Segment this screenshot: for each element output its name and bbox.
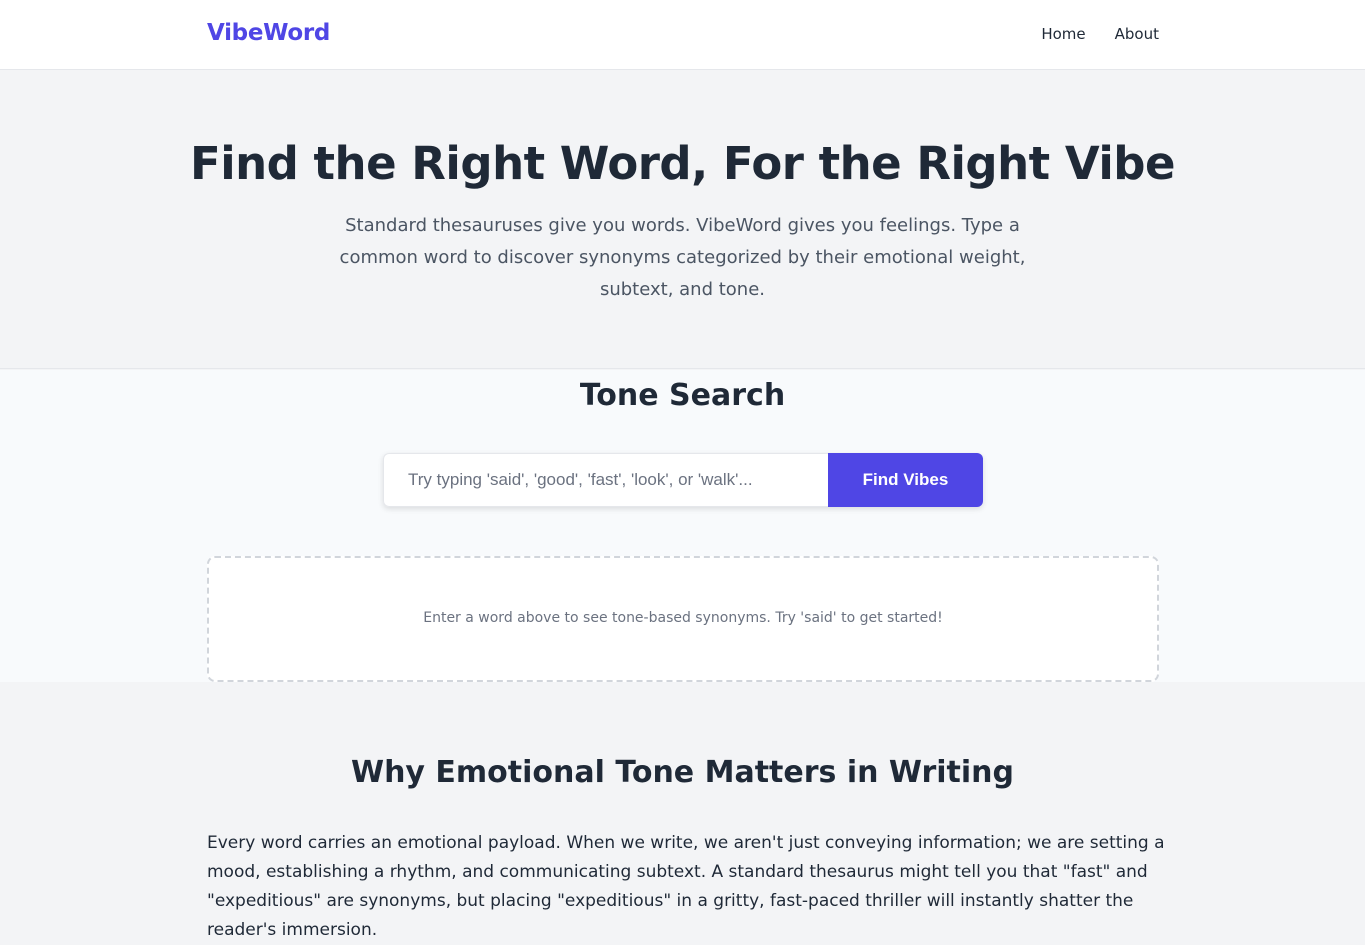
hero-title: Find the Right Word, For the Right Vibe bbox=[189, 137, 1176, 190]
tone-search-title: Tone Search bbox=[579, 378, 786, 413]
find-vibes-button[interactable]: Find Vibes bbox=[828, 453, 983, 507]
logo[interactable]: VibeWord bbox=[207, 20, 330, 46]
navbar: VibeWord Home About bbox=[0, 0, 1365, 70]
search-form: Find Vibes bbox=[383, 453, 983, 507]
nav-link-home[interactable]: Home bbox=[1041, 25, 1085, 43]
hero-subtitle: Standard thesauruses give you words. Vib… bbox=[339, 215, 1026, 300]
tone-search-section: Tone Search Find Vibes Enter a word abov… bbox=[0, 370, 1365, 682]
search-input[interactable] bbox=[383, 453, 828, 507]
why-section: Why Emotional Tone Matters in Writing Ev… bbox=[0, 682, 1365, 940]
hero-section: Find the Right Word, For the Right Vibe … bbox=[0, 71, 1365, 369]
why-title: Why Emotional Tone Matters in Writing bbox=[350, 755, 1015, 790]
nav-links: Home About bbox=[1041, 25, 1159, 43]
nav-link-about[interactable]: About bbox=[1115, 25, 1159, 43]
results-empty-message: Enter a word above to see tone-based syn… bbox=[423, 610, 943, 626]
results-placeholder: Enter a word above to see tone-based syn… bbox=[207, 556, 1159, 682]
why-paragraph: Every word carries an emotional payload.… bbox=[207, 833, 1165, 940]
